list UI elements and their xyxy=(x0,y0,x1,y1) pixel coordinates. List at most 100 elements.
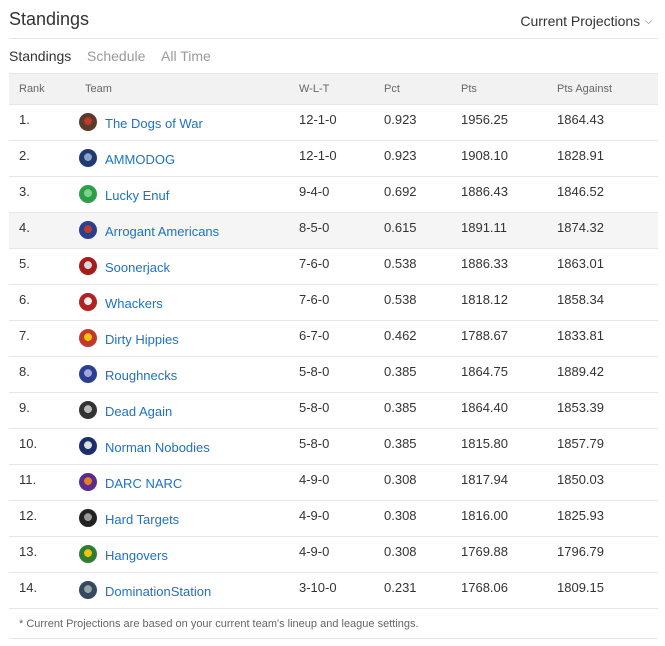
pts-against-cell: 1858.34 xyxy=(557,292,604,307)
rank-cell: 2. xyxy=(19,148,30,163)
wlt-cell: 3-10-0 xyxy=(299,580,337,595)
team-cell: Hard Targets xyxy=(79,509,179,528)
table-row: 12. Hard Targets 4-9-0 0.308 1816.00 1825.93 xyxy=(9,501,658,537)
team-link[interactable]: AMMODOG xyxy=(105,152,175,167)
team-logo-icon[interactable] xyxy=(79,401,97,419)
pct-cell: 0.923 xyxy=(384,148,417,163)
rank-cell: 9. xyxy=(19,400,30,415)
team-link[interactable]: The Dogs of War xyxy=(105,116,203,131)
rank-cell: 8. xyxy=(19,364,30,379)
team-logo-icon[interactable] xyxy=(79,113,97,131)
team-logo-icon[interactable] xyxy=(79,329,97,347)
wlt-cell: 4-9-0 xyxy=(299,508,330,523)
team-cell: Dead Again xyxy=(79,401,172,420)
team-logo-icon[interactable] xyxy=(79,185,97,203)
tab-standings[interactable]: Standings xyxy=(9,48,71,64)
team-logo-icon[interactable] xyxy=(79,509,97,527)
chevron-down-icon: ⌵ xyxy=(645,16,652,26)
pts-cell: 1886.33 xyxy=(461,256,508,271)
table-row: 9. Dead Again 5-8-0 0.385 1864.40 1853.39 xyxy=(9,393,658,429)
table-row: 10. Norman Nobodies 5-8-0 0.385 1815.80 1857.… xyxy=(9,429,658,465)
pts-against-cell: 1846.52 xyxy=(557,184,604,199)
team-cell: DARC NARC xyxy=(79,473,182,492)
table-row: 14. DominationStation 3-10-0 0.231 1768.06 18… xyxy=(9,573,658,609)
pts-cell: 1864.75 xyxy=(461,364,508,379)
table-row: 5. Soonerjack 7-6-0 0.538 1886.33 1863.01 xyxy=(9,249,658,285)
wlt-cell: 12-1-0 xyxy=(299,112,337,127)
page-title: Standings xyxy=(9,9,90,29)
rank-cell: 12. xyxy=(19,508,38,523)
table-row: 4. Arrogant Americans 8-5-0 0.615 1891.11 187… xyxy=(9,213,658,249)
pts-cell: 1768.06 xyxy=(461,580,508,595)
pts-against-cell: 1796.79 xyxy=(557,544,604,559)
team-logo-icon[interactable] xyxy=(79,365,97,383)
table-row: 2. AMMODOG 12-1-0 0.923 1908.10 1828.91 xyxy=(9,141,658,177)
column-header-pct[interactable]: Pct xyxy=(384,83,400,95)
pts-cell: 1788.67 xyxy=(461,328,508,343)
team-link[interactable]: Lucky Enuf xyxy=(105,188,169,203)
pct-cell: 0.923 xyxy=(384,112,417,127)
team-logo-icon[interactable] xyxy=(79,545,97,563)
team-link[interactable]: DARC NARC xyxy=(105,476,182,491)
column-header-pts[interactable]: Pts xyxy=(461,83,477,95)
team-cell: AMMODOG xyxy=(79,149,175,168)
standings-header: Standings Current Projections ⌵ xyxy=(9,0,658,39)
wlt-cell: 12-1-0 xyxy=(299,148,337,163)
column-header-team[interactable]: Team xyxy=(85,83,112,95)
team-link[interactable]: Whackers xyxy=(105,296,163,311)
wlt-cell: 5-8-0 xyxy=(299,364,330,379)
team-cell: Whackers xyxy=(79,293,163,312)
team-link[interactable]: Norman Nobodies xyxy=(105,440,210,455)
team-logo-icon[interactable] xyxy=(79,257,97,275)
team-link[interactable]: Dirty Hippies xyxy=(105,332,179,347)
team-logo-icon[interactable] xyxy=(79,473,97,491)
pts-against-cell: 1833.81 xyxy=(557,328,604,343)
team-link[interactable]: Soonerjack xyxy=(105,260,170,275)
table-row: 3. Lucky Enuf 9-4-0 0.692 1886.43 1846.52 xyxy=(9,177,658,213)
team-logo-icon[interactable] xyxy=(79,293,97,311)
team-logo-icon[interactable] xyxy=(79,149,97,167)
team-link[interactable]: Hard Targets xyxy=(105,512,179,527)
pct-cell: 0.462 xyxy=(384,328,417,343)
pct-cell: 0.308 xyxy=(384,472,417,487)
table-body: 1. The Dogs of War 12-1-0 0.923 1956.25 1864.… xyxy=(9,105,658,609)
rank-cell: 5. xyxy=(19,256,30,271)
rank-cell: 3. xyxy=(19,184,30,199)
wlt-cell: 4-9-0 xyxy=(299,544,330,559)
team-link[interactable]: Dead Again xyxy=(105,404,172,419)
current-projections-dropdown[interactable]: Current Projections ⌵ xyxy=(520,13,652,29)
team-cell: Norman Nobodies xyxy=(79,437,210,456)
wlt-cell: 5-8-0 xyxy=(299,436,330,451)
rank-cell: 1. xyxy=(19,112,30,127)
table-row: 6. Whackers 7-6-0 0.538 1818.12 1858.34 xyxy=(9,285,658,321)
column-header-pts-against[interactable]: Pts Against xyxy=(557,83,612,95)
footnote: * Current Projections are based on your … xyxy=(9,609,658,639)
pts-against-cell: 1825.93 xyxy=(557,508,604,523)
team-link[interactable]: DominationStation xyxy=(105,584,211,599)
team-logo-icon[interactable] xyxy=(79,581,97,599)
team-cell: Roughnecks xyxy=(79,365,177,384)
column-header-rank[interactable]: Rank xyxy=(19,83,45,95)
team-logo-icon[interactable] xyxy=(79,437,97,455)
team-link[interactable]: Roughnecks xyxy=(105,368,177,383)
pct-cell: 0.385 xyxy=(384,364,417,379)
team-link[interactable]: Arrogant Americans xyxy=(105,224,219,239)
pts-against-cell: 1864.43 xyxy=(557,112,604,127)
team-logo-icon[interactable] xyxy=(79,221,97,239)
tab-all-time[interactable]: All Time xyxy=(161,48,211,64)
column-header-wlt[interactable]: W-L-T xyxy=(299,83,329,95)
pts-against-cell: 1857.79 xyxy=(557,436,604,451)
wlt-cell: 6-7-0 xyxy=(299,328,330,343)
team-link[interactable]: Hangovers xyxy=(105,548,168,563)
rank-cell: 10. xyxy=(19,436,38,451)
rank-cell: 13. xyxy=(19,544,38,559)
team-cell: The Dogs of War xyxy=(79,113,203,132)
pts-cell: 1891.11 xyxy=(461,220,508,235)
rank-cell: 7. xyxy=(19,328,30,343)
wlt-cell: 7-6-0 xyxy=(299,292,330,307)
tab-schedule[interactable]: Schedule xyxy=(87,48,145,64)
pts-cell: 1908.10 xyxy=(461,148,508,163)
wlt-cell: 9-4-0 xyxy=(299,184,330,199)
table-row: 13. Hangovers 4-9-0 0.308 1769.88 1796.79 xyxy=(9,537,658,573)
table-row: 7. Dirty Hippies 6-7-0 0.462 1788.67 1833.81 xyxy=(9,321,658,357)
